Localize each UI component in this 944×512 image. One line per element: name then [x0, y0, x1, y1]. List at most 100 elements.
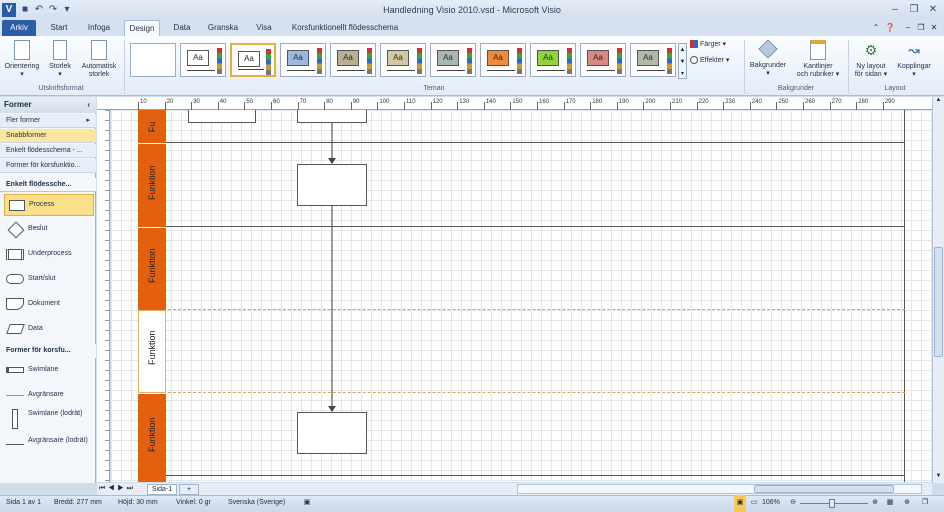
- arrowhead-1: [328, 158, 336, 164]
- zoom-in-icon[interactable]: ⊕: [870, 495, 880, 512]
- theme-1[interactable]: Aa: [180, 43, 226, 77]
- shape-process[interactable]: Process: [4, 194, 94, 216]
- scroll-down-icon[interactable]: ▼: [933, 473, 944, 483]
- vertical-ruler[interactable]: [97, 110, 110, 482]
- theme-5[interactable]: Aa: [380, 43, 426, 77]
- tab-infoga[interactable]: Infoga: [82, 20, 116, 36]
- window-title: Handledning Visio 2010.vsd - Microsoft V…: [383, 5, 561, 15]
- tab-start[interactable]: Start: [44, 20, 74, 36]
- quick-shapes-item[interactable]: Snabbformer: [0, 129, 96, 143]
- basic-flowchart-item[interactable]: Enkelt flödesschema - ...: [0, 144, 96, 158]
- ruler-tick-mark: [537, 102, 538, 110]
- shape-swimlane-vertical[interactable]: Swimlane (lodrät): [4, 407, 94, 433]
- zoom-level[interactable]: 106%: [762, 495, 780, 512]
- colors-button[interactable]: Färger ▾: [690, 40, 740, 49]
- pan-zoom-icon[interactable]: ⊕: [900, 495, 914, 512]
- ruler-tick-label: 80: [326, 99, 333, 105]
- theme-none[interactable]: [130, 43, 176, 77]
- vertical-scrollbar[interactable]: ▲ ▼: [932, 97, 944, 483]
- minimize-button[interactable]: –: [886, 2, 904, 17]
- effects-icon: [690, 56, 698, 64]
- theme-6[interactable]: Aa: [430, 43, 476, 77]
- theme-7[interactable]: Aa: [480, 43, 526, 77]
- fit-page-icon[interactable]: ▦: [884, 495, 896, 512]
- doc-minimize-icon[interactable]: –: [902, 20, 914, 36]
- theme-gallery-scroll[interactable]: ▲ ▼ ▾: [678, 43, 687, 79]
- ruler-tick-mark: [563, 102, 565, 110]
- ruler-tick-mark: [749, 102, 751, 110]
- scroll-up-icon[interactable]: ▲: [933, 97, 944, 107]
- horizontal-scroll-thumb[interactable]: [754, 485, 894, 493]
- ruler-tick-label: 290: [884, 99, 895, 105]
- ruler-tick-label: 90: [352, 99, 360, 105]
- drawing-canvas[interactable]: Fu Funktion Funktion Funktion Funktion: [111, 110, 932, 482]
- arrowhead-2: [328, 406, 336, 412]
- relayout-button[interactable]: ⚙ Ny layout för sidan ▾: [850, 40, 892, 79]
- orientation-button[interactable]: Orientering ▾: [2, 40, 42, 79]
- zoom-slider-thumb[interactable]: [829, 499, 835, 508]
- status-language[interactable]: Svenska (Sverige): [228, 495, 285, 512]
- cross-functional-shapes-item[interactable]: Former för korsfunktio...: [0, 159, 96, 173]
- connectors-button[interactable]: ↝ Kopplingar ▾: [892, 40, 936, 79]
- shape-document[interactable]: Dokument: [4, 294, 94, 316]
- effects-button[interactable]: Effekter ▾: [690, 56, 742, 65]
- page-nav-arrows[interactable]: ⏮◀▶⏭: [99, 483, 143, 495]
- tab-granska[interactable]: Granska: [204, 20, 242, 36]
- shape-decision[interactable]: Beslut: [4, 219, 94, 241]
- doc-close-icon[interactable]: ✕: [928, 20, 940, 36]
- switch-windows-icon[interactable]: ❐: [918, 495, 932, 512]
- macro-record-icon[interactable]: ▣: [300, 495, 314, 512]
- ruler-tick-mark: [164, 102, 166, 110]
- horizontal-scrollbar[interactable]: [517, 484, 922, 494]
- close-button[interactable]: ✕: [924, 2, 942, 17]
- ruler-tick-label: 180: [592, 99, 603, 105]
- borders-titles-button[interactable]: Kantlinjer och rubriker ▾: [792, 40, 844, 79]
- full-page-view-icon[interactable]: ▣: [734, 495, 746, 512]
- help-icon[interactable]: ❓: [884, 20, 896, 36]
- shape-subprocess[interactable]: Underprocess: [4, 244, 94, 266]
- minimize-ribbon-icon[interactable]: ⌃: [870, 20, 882, 36]
- ruler-tick-label: 50: [246, 99, 254, 105]
- shape-data[interactable]: Data: [4, 319, 94, 341]
- ruler-tick-label: 30: [193, 99, 200, 105]
- auto-size-label-1: Automatisk: [81, 63, 117, 70]
- borders-label-1: Kantlinjer: [803, 63, 833, 70]
- page-tab-sida-1[interactable]: Sida-1: [147, 484, 177, 495]
- shape-separator[interactable]: Avgränsare: [4, 385, 94, 407]
- more-shapes-item[interactable]: Fler former ▸: [0, 114, 96, 128]
- theme-3[interactable]: Aa: [280, 43, 326, 77]
- shape-separator-vertical[interactable]: Avgränsare (lodrät): [4, 434, 94, 460]
- backgrounds-label: Bakgrunder: [749, 62, 787, 69]
- vertical-scroll-thumb[interactable]: [934, 247, 943, 357]
- ruler-tick-mark: [803, 102, 804, 110]
- tab-cross-functional[interactable]: Korsfunktionellt flödesschema: [286, 20, 404, 36]
- tab-data[interactable]: Data: [168, 20, 196, 36]
- tab-visa[interactable]: Visa: [250, 20, 278, 36]
- ruler-tick-mark: [590, 102, 592, 110]
- theme-4[interactable]: Aa: [330, 43, 376, 77]
- status-page[interactable]: Sida 1 av 1: [6, 495, 41, 512]
- chevron-right-icon: ▸: [86, 117, 90, 124]
- ruler-tick-label: 110: [406, 99, 416, 105]
- tab-arkiv[interactable]: Arkiv: [2, 20, 36, 36]
- ruler-tick-mark: [457, 102, 459, 110]
- theme-8[interactable]: Aa: [530, 43, 576, 77]
- doc-restore-icon[interactable]: ❐: [915, 20, 927, 36]
- shape-start-end[interactable]: Start/slut: [4, 269, 94, 291]
- backgrounds-button[interactable]: Bakgrunder ▾: [746, 39, 790, 78]
- document-icon: [6, 298, 24, 310]
- theme-9[interactable]: Aa: [580, 43, 626, 77]
- theme-2-selected[interactable]: Aa: [230, 43, 276, 77]
- tab-design[interactable]: Design: [124, 20, 160, 36]
- shape-swimlane[interactable]: Swimlane: [4, 360, 94, 382]
- presentation-mode-icon[interactable]: ▭: [748, 495, 760, 512]
- insert-page-icon[interactable]: +: [179, 484, 199, 495]
- ruler-tick-label: 230: [725, 99, 736, 105]
- theme-10[interactable]: Aa: [630, 43, 676, 77]
- ruler-tick-label: 60: [273, 99, 280, 105]
- size-label: Storlek: [49, 63, 71, 70]
- zoom-out-icon[interactable]: ⊖: [788, 495, 798, 512]
- restore-button[interactable]: ❐: [905, 2, 923, 17]
- size-button[interactable]: Storlek ▾: [44, 40, 76, 79]
- auto-size-button[interactable]: Automatisk storlek: [78, 40, 120, 79]
